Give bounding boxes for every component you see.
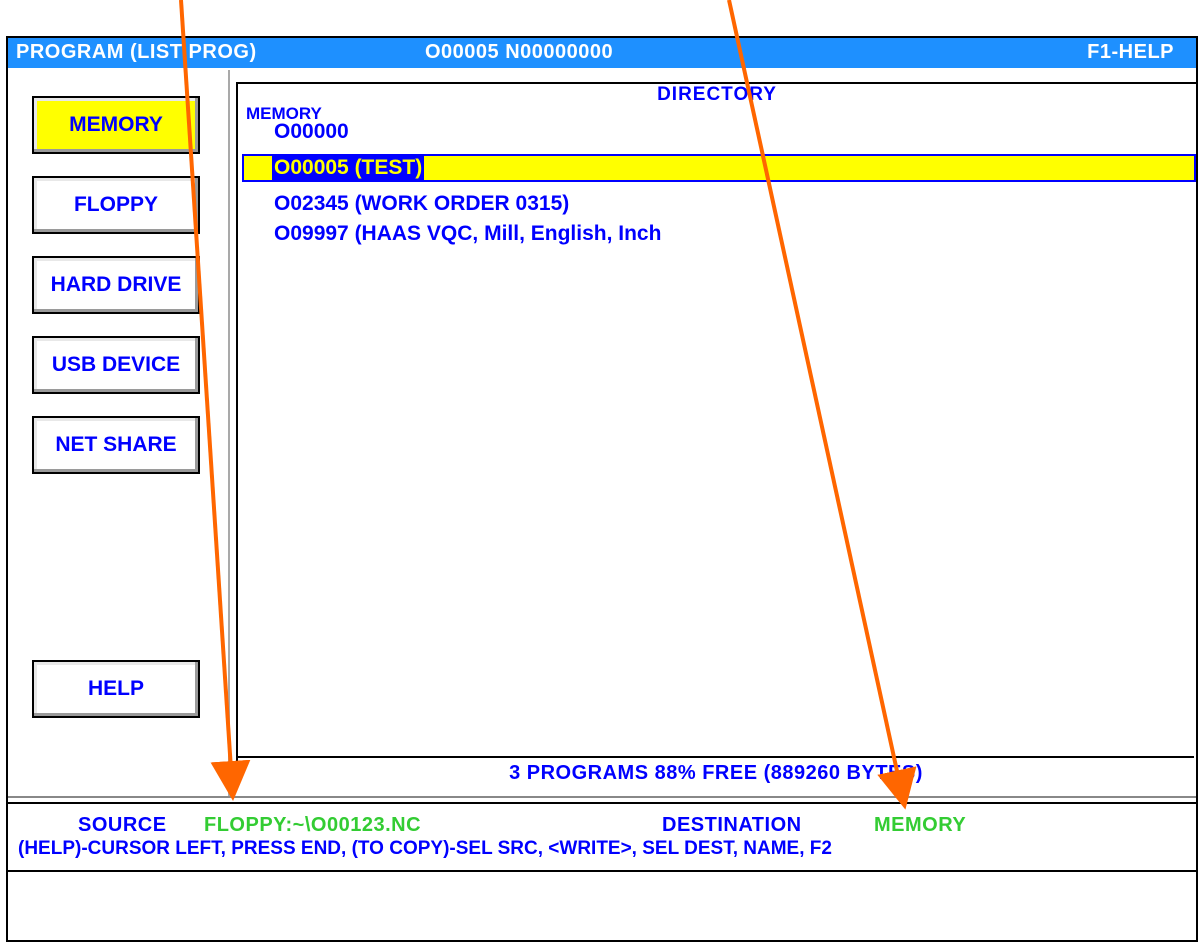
source-label: SOURCE — [78, 814, 167, 836]
memory-button[interactable]: MEMORY — [32, 96, 200, 154]
hard-drive-button[interactable]: HARD DRIVE — [32, 256, 200, 314]
selected-program-name: O00005 (TEST) — [272, 156, 425, 180]
directory-title: DIRECTORY — [657, 84, 777, 105]
program-list-item[interactable]: O00000 — [246, 118, 1192, 146]
help-hint-line: (HELP)-CURSOR LEFT, PRESS END, (TO COPY)… — [18, 838, 832, 859]
directory-panel: DIRECTORY MEMORY O00000 O00005 (TEST) O0… — [236, 82, 1196, 788]
help-hint[interactable]: F1-HELP — [1087, 41, 1174, 64]
cnc-screen: PROGRAM (LIST PROG) O00005 N00000000 F1-… — [6, 36, 1198, 942]
divider — [8, 796, 1196, 798]
floppy-button[interactable]: FLOPPY — [32, 176, 200, 234]
help-button[interactable]: HELP — [32, 660, 200, 718]
source-value: FLOPPY:~\O00123.NC — [204, 814, 422, 836]
program-list-item-selected[interactable]: O00005 (TEST) — [242, 154, 1196, 182]
directory-summary: 3 PROGRAMS 88% FREE (889260 BYTES) — [238, 756, 1194, 788]
status-area: SOURCE FLOPPY:~\O00123.NC DESTINATION ME… — [8, 806, 1196, 870]
mode-title: PROGRAM (LIST PROG) — [16, 41, 257, 63]
usb-device-button[interactable]: USB DEVICE — [32, 336, 200, 394]
destination-label: DESTINATION — [662, 814, 802, 836]
title-bar: PROGRAM (LIST PROG) O00005 N00000000 F1-… — [8, 38, 1196, 68]
divider — [8, 802, 1196, 804]
device-sidebar: MEMORY FLOPPY HARD DRIVE USB DEVICE NET … — [8, 70, 230, 796]
net-share-button[interactable]: NET SHARE — [32, 416, 200, 474]
divider — [8, 870, 1196, 872]
program-list-item[interactable]: O02345 (WORK ORDER 0315) — [246, 190, 1192, 218]
destination-value: MEMORY — [874, 814, 967, 836]
program-number: O00005 N00000000 — [425, 41, 614, 63]
program-list-item[interactable]: O09997 (HAAS VQC, Mill, English, Inch — [246, 220, 1192, 248]
